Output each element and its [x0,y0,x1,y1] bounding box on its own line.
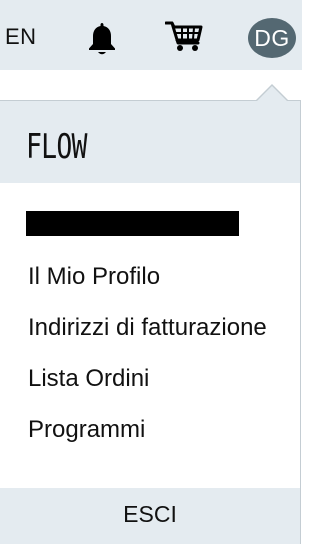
cart-icon[interactable] [165,20,203,52]
page: EN DG FLOW Il Mio Profilo Indirizzi di f… [0,0,302,544]
bell-icon[interactable] [86,20,118,56]
top-bar: EN DG [0,0,302,70]
avatar[interactable]: DG [248,18,296,58]
dropdown-caret-fill [257,86,287,101]
brand-logo: FLOW [26,127,88,167]
logout-button[interactable]: ESCI [0,488,300,544]
account-dropdown: FLOW Il Mio Profilo Indirizzi di fattura… [0,100,301,544]
brand-band: FLOW [0,101,300,183]
menu-item-orders[interactable]: Lista Ordini [0,353,284,404]
menu-item-programs[interactable]: Programmi [0,404,284,455]
language-selector[interactable]: EN [5,22,37,52]
menu-item-profile[interactable]: Il Mio Profilo [0,251,284,302]
redacted-user-name [26,211,239,236]
menu-item-billing-addresses[interactable]: Indirizzi di fatturazione [0,302,284,353]
account-menu: Il Mio Profilo Indirizzi di fatturazione… [0,251,300,455]
